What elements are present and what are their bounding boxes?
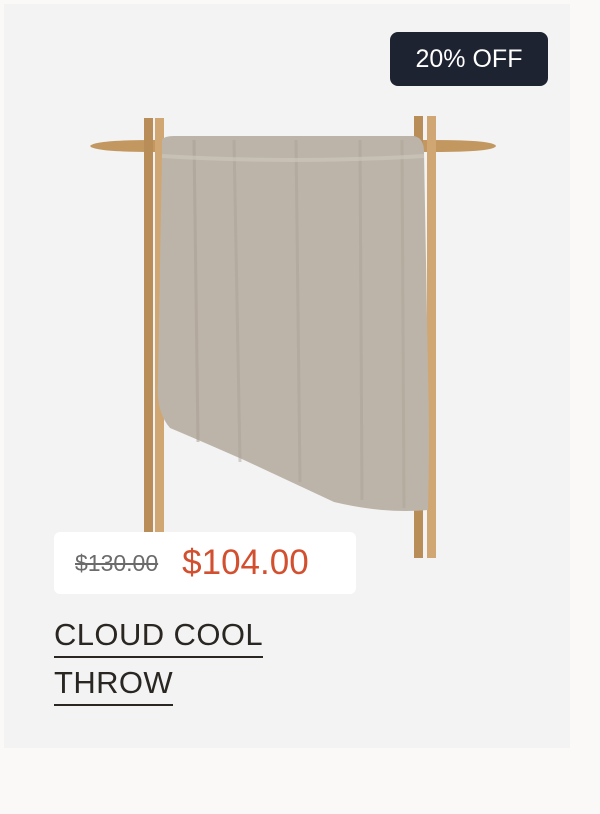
left-post-back: [144, 118, 153, 532]
product-title-line[interactable]: THROW: [54, 666, 174, 706]
throw-fold-shadow: [400, 139, 406, 509]
product-image[interactable]: [84, 112, 504, 564]
throw-fold-shadow: [358, 139, 364, 501]
original-price: $130.00: [75, 549, 159, 576]
discount-badge-label: 20% OFF: [415, 44, 523, 73]
price-box: $130.00 $104.00: [54, 532, 356, 594]
discount-badge: 20% OFF: [390, 32, 548, 86]
product-title[interactable]: CLOUD COOL THROW: [54, 618, 314, 714]
product-card[interactable]: 20% OFF $130.00 $104.00 CLOUD COOL THROW: [4, 4, 570, 748]
sale-price: $104.00: [182, 543, 309, 582]
product-title-line[interactable]: CLOUD COOL: [54, 618, 263, 658]
throw-blanket: [157, 136, 429, 511]
